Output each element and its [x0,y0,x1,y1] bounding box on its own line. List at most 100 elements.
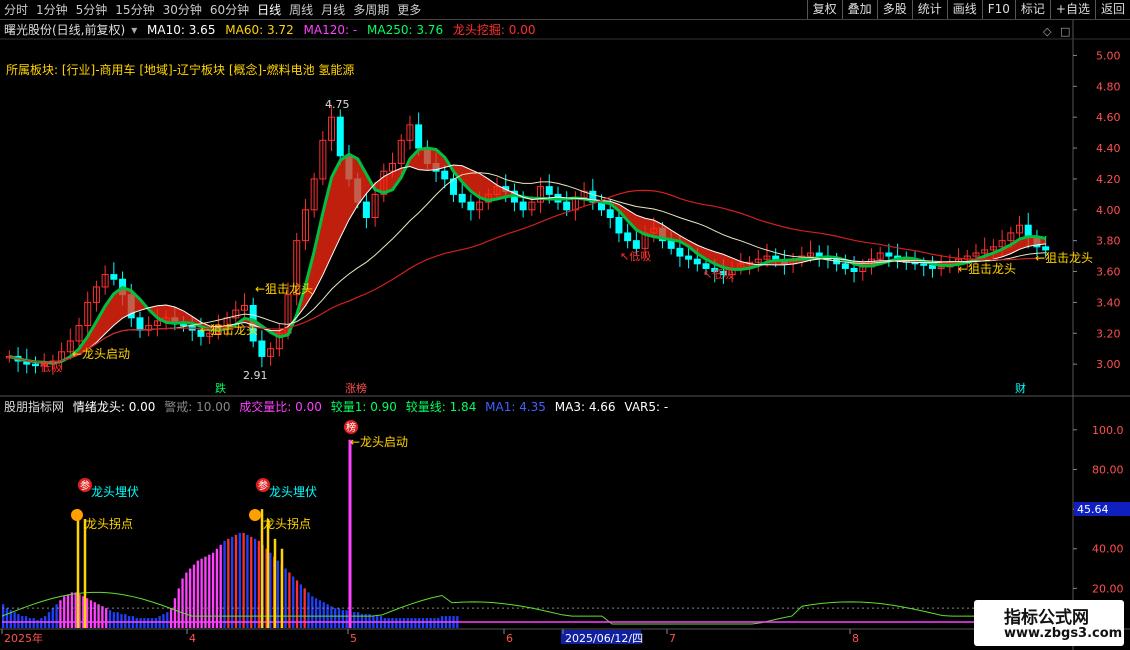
indicator-bar [200,558,203,628]
low-price-label: 2.91 [243,369,268,382]
indicator-bar [269,552,272,628]
lowbuy-signal-label-2: ↖低吸 [620,250,651,263]
x-axis-label: 2025/06/12/四 [565,632,643,645]
main-axis-label: 5.00 [1096,49,1121,62]
indicator-bar [147,618,150,628]
x-axis-label: 5 [350,632,357,645]
indicator-bar [295,580,299,628]
indicator-bar [135,618,138,628]
x-axis-label: 8 [852,632,859,645]
indicator-bar [353,612,356,628]
indicator-bar [414,618,417,628]
candle-body [545,186,553,195]
indicator-bar [314,598,318,628]
indicator-bar [284,568,287,628]
candle-body [624,232,632,242]
main-axis-label: 4.00 [1096,204,1121,217]
can-badge-text: 参 [258,479,268,492]
indicator-bar [421,618,425,628]
indicator-bar [387,618,390,628]
indicator-bar [32,618,35,628]
indicator-bar [154,618,157,628]
candle-body [920,263,928,266]
indicator-bar [418,618,421,628]
launch-signal-label: ←龙头启动 [72,347,130,361]
high-price-label: 4.75 [325,98,350,111]
indicator-bar [150,618,154,628]
bang-badge-text: 榜 [346,421,356,434]
indicator-bar [395,618,398,628]
main-axis-label: 3.20 [1096,327,1121,340]
indicator-bar [391,618,394,628]
candle-body [362,201,370,218]
x-axis-label: 6 [506,632,513,645]
main-axis-label: 4.20 [1096,173,1121,186]
indicator-bar [383,618,386,628]
indicator-bar [196,560,199,628]
indicator-bar [433,618,436,628]
candle-body [676,247,684,257]
indicator-bar [13,612,16,628]
cai-marker: 财 [1015,381,1026,395]
x-axis-label: 2025年 [4,631,43,645]
can-badge-text: 参 [80,479,90,492]
indicator-bar [322,602,325,628]
candle-body [563,201,571,211]
launch-label-2: ←龙头启动 [350,435,408,449]
zhangbang-marker: 涨榜 [345,381,367,395]
indicator-bar [425,618,428,628]
indicator-bar [124,614,127,628]
indicator-bar [242,532,245,628]
candle-body [519,201,527,211]
candle-body [136,317,144,331]
indicator-bar [139,618,142,628]
die-marker: 跌 [215,381,226,395]
main-axis-label: 4.60 [1096,111,1121,124]
ambush-label: 龙头埋伏 [91,485,139,499]
indicator-bar [334,608,337,628]
candle-body [606,209,614,218]
indicator-bar [345,610,348,628]
candle-body [31,363,39,367]
chart-canvas[interactable]: 5.00 4.80 4.60 4.40 4.20 4.00 3.80 3.60 3.40 3.20… [0,0,1130,650]
main-axis-label: 3.60 [1096,266,1121,279]
indicator-bar [211,552,215,628]
indicator-bar [402,618,406,628]
candle-body [1042,246,1050,251]
indicator-bar [108,610,112,628]
diamond-icon: ◇ [1043,25,1052,38]
indicator-bar [406,618,409,628]
indicator-bar [288,572,291,628]
sub-axis-label: 20.00 [1092,582,1124,595]
indicator-bar [181,578,184,628]
main-axis-label: 3.40 [1096,296,1121,309]
indicator-bar [173,598,177,628]
indicator-bar [410,618,413,628]
ma250-line [9,189,1046,363]
candle-body [632,240,640,249]
indicator-bar [246,534,249,628]
snipe-signal-label: ←狙击龙头 [255,282,313,296]
candle-body [258,340,266,357]
x-axis-label: 4 [189,632,196,645]
candle-body [850,267,858,273]
main-axis-label: 3.00 [1096,358,1121,371]
indicator-bar [101,606,104,628]
indicator-bar [227,538,230,628]
indicator-bar [257,540,261,628]
indicator-bar [356,612,360,628]
indicator-bar [189,568,192,628]
candle-body [458,193,466,203]
lowbuy-signal-label-3: ↖低吸 [703,268,734,281]
indicator-bar [318,600,322,628]
indicator-bar [208,554,211,628]
ma20-line [9,172,1046,363]
indicator-bar [238,532,241,628]
candle-body [667,240,675,249]
indicator-bar [276,560,280,628]
indicator-bar [231,536,234,628]
indicator-bar [341,610,344,628]
sub-axis-label: 100.0 [1092,424,1124,437]
indicator-bar [219,544,222,628]
indicator-bar [330,606,333,628]
